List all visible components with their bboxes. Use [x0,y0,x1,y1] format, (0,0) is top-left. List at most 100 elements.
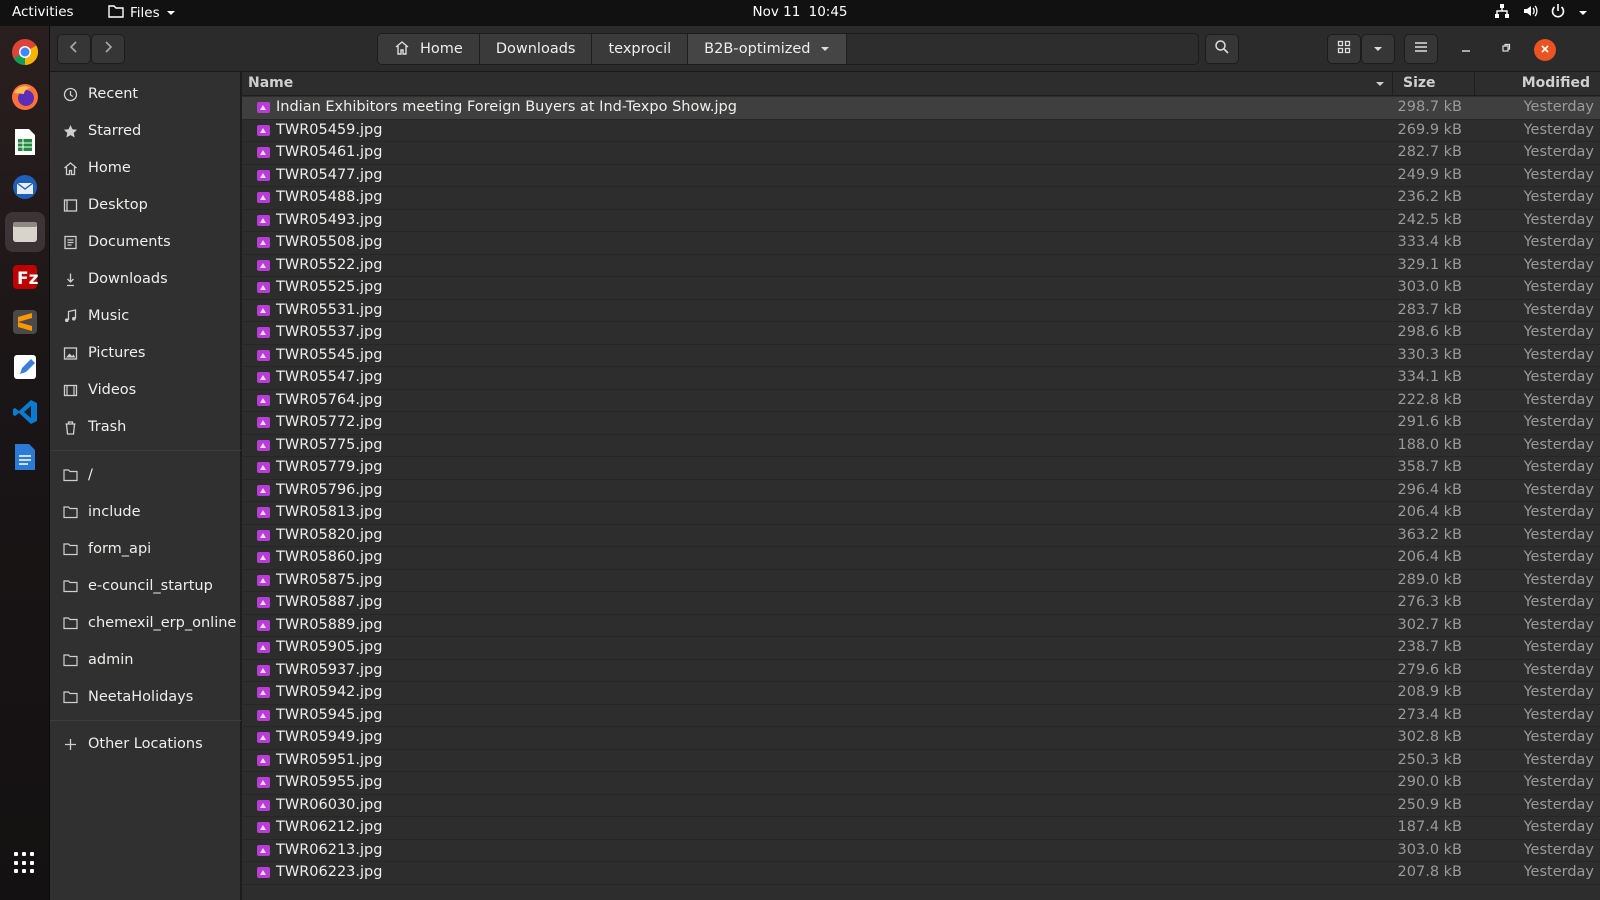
text-editor-icon[interactable] [5,347,45,387]
table-row[interactable]: TWR05820.jpg 363.2 kB Yesterday [242,525,1600,547]
table-row[interactable]: TWR05796.jpg 296.4 kB Yesterday [242,480,1600,502]
table-row[interactable]: TWR05937.jpg 279.6 kB Yesterday [242,660,1600,682]
spreadsheet-icon[interactable] [5,122,45,162]
table-row[interactable]: TWR05545.jpg 330.3 kB Yesterday [242,345,1600,367]
file-size: 236.2 kB [1397,189,1462,205]
table-row[interactable]: TWR05951.jpg 250.3 kB Yesterday [242,750,1600,772]
files-icon[interactable] [5,212,45,252]
file-modified: Yesterday [1523,166,1594,183]
show-applications-icon[interactable] [14,852,36,874]
table-row[interactable]: TWR05942.jpg 208.9 kB Yesterday [242,682,1600,705]
image-file-icon [257,687,270,698]
sidebar-item-videos[interactable]: Videos [50,373,241,407]
chrome-icon[interactable] [5,32,45,72]
table-row[interactable]: TWR05537.jpg 298.6 kB Yesterday [242,322,1600,345]
file-modified: Yesterday [1523,346,1594,363]
sidebar-item-desktop[interactable]: Desktop [50,188,241,222]
table-row[interactable]: TWR05945.jpg 273.4 kB Yesterday [242,705,1600,727]
file-name: TWR05508.jpg [276,234,383,250]
sidebar-item-label: e-council_startup [88,578,213,594]
table-row[interactable]: TWR05955.jpg 290.0 kB Yesterday [242,772,1600,795]
sidebar-bookmark-admin[interactable]: admin [50,643,241,677]
minimize-button[interactable] [1452,39,1480,59]
file-size: 363.2 kB [1397,526,1462,543]
sidebar-bookmark-include[interactable]: include [50,495,241,529]
crumb-texprocil[interactable]: texprocil [592,34,689,64]
table-row[interactable]: TWR05764.jpg 222.8 kB Yesterday [242,390,1600,412]
file-size: 330.3 kB [1397,346,1462,363]
file-name: TWR05531.jpg [276,301,383,318]
sidebar-bookmark-chemexil-erp-online[interactable]: chemexil_erp_online [50,606,241,640]
sidebar-bookmark-e-council-startup[interactable]: e-council_startup [50,569,241,603]
table-row[interactable]: TWR05887.jpg 276.3 kB Yesterday [242,592,1600,615]
crumb-home[interactable]: Home [378,34,480,64]
table-row[interactable]: TWR05522.jpg 329.1 kB Yesterday [242,255,1600,277]
sidebar-item-documents[interactable]: Documents [50,225,241,259]
table-row[interactable]: TWR05875.jpg 289.0 kB Yesterday [242,570,1600,592]
sidebar-item-downloads[interactable]: Downloads [50,262,241,296]
search-button[interactable] [1205,34,1239,64]
sidebar-item-recent[interactable]: Recent [50,77,241,111]
sidebar-item-label: admin [88,652,134,668]
table-row[interactable]: TWR05813.jpg 206.4 kB Yesterday [242,502,1600,525]
table-row[interactable]: TWR05461.jpg 282.7 kB Yesterday [242,142,1600,165]
table-row[interactable]: TWR05531.jpg 283.7 kB Yesterday [242,300,1600,322]
table-row[interactable]: TWR06223.jpg 207.8 kB Yesterday [242,862,1600,885]
crumb-b2b-optimized[interactable]: B2B-optimized [688,34,848,64]
file-name: TWR05779.jpg [276,459,383,475]
forward-button[interactable] [91,34,125,64]
sort-descending-icon[interactable] [1375,76,1385,92]
filezilla-icon[interactable]: Fz [5,257,45,297]
close-button[interactable] [1534,39,1556,61]
table-row[interactable]: TWR05525.jpg 303.0 kB Yesterday [242,277,1600,300]
sidebar-bookmark-form-api[interactable]: form_api [50,532,241,566]
crumb-downloads[interactable]: Downloads [479,34,593,64]
file-name: TWR05860.jpg [276,549,383,565]
table-row[interactable]: TWR05949.jpg 302.8 kB Yesterday [242,727,1600,750]
clock[interactable]: Nov 11 10:45 [0,4,1600,20]
table-row[interactable]: TWR05488.jpg 236.2 kB Yesterday [242,187,1600,210]
column-header-modified[interactable]: Modified [1522,75,1590,91]
column-divider [1392,72,1393,96]
table-row[interactable]: TWR05779.jpg 358.7 kB Yesterday [242,457,1600,480]
sidebar-bookmark-root[interactable]: / [50,458,241,492]
document-icon[interactable] [5,437,45,477]
table-row[interactable]: TWR05775.jpg 188.0 kB Yesterday [242,435,1600,457]
file-name: TWR06030.jpg [276,796,383,813]
sublime-text-icon[interactable] [5,302,45,342]
table-row[interactable]: TWR06030.jpg 250.9 kB Yesterday [242,795,1600,817]
table-row[interactable]: TWR05547.jpg 334.1 kB Yesterday [242,367,1600,390]
sidebar-bookmark-neetaholidays[interactable]: NeetaHolidays [50,680,241,714]
main-menu-button[interactable] [1404,34,1438,64]
table-row[interactable]: TWR06213.jpg 303.0 kB Yesterday [242,840,1600,862]
column-header-name[interactable]: Name [248,75,293,91]
thunderbird-icon[interactable] [5,167,45,207]
table-row[interactable]: TWR05860.jpg 206.4 kB Yesterday [242,547,1600,570]
sidebar-item-label: Pictures [88,345,146,361]
firefox-icon[interactable] [5,77,45,117]
sidebar-item-music[interactable]: Music [50,299,241,333]
table-row[interactable]: Indian Exhibitors meeting Foreign Buyers… [242,97,1600,120]
vscode-icon[interactable] [5,392,45,432]
sidebar-item-home[interactable]: Home [50,151,241,185]
sidebar-other-locations[interactable]: Other Locations [50,727,241,761]
table-row[interactable]: TWR05477.jpg 249.9 kB Yesterday [242,165,1600,187]
view-options-button[interactable] [1361,34,1395,64]
sidebar-item-pictures[interactable]: Pictures [50,336,241,370]
table-row[interactable]: TWR05508.jpg 333.4 kB Yesterday [242,232,1600,255]
sidebar-item-trash[interactable]: Trash [50,410,241,444]
file-name: TWR05945.jpg [276,706,383,723]
table-row[interactable]: TWR06212.jpg 187.4 kB Yesterday [242,817,1600,840]
restore-button[interactable] [1492,39,1520,59]
table-row[interactable]: TWR05905.jpg 238.7 kB Yesterday [242,637,1600,660]
table-row[interactable]: TWR05889.jpg 302.7 kB Yesterday [242,615,1600,637]
sidebar-item-starred[interactable]: Starred [50,114,241,148]
system-menu[interactable] [1494,3,1588,23]
table-row[interactable]: TWR05493.jpg 242.5 kB Yesterday [242,210,1600,232]
column-header-size[interactable]: Size [1403,75,1436,91]
view-grid-button[interactable] [1327,34,1361,64]
table-row[interactable]: TWR05459.jpg 269.9 kB Yesterday [242,120,1600,142]
file-size: 187.4 kB [1397,819,1462,835]
back-button[interactable] [57,34,91,64]
table-row[interactable]: TWR05772.jpg 291.6 kB Yesterday [242,412,1600,435]
